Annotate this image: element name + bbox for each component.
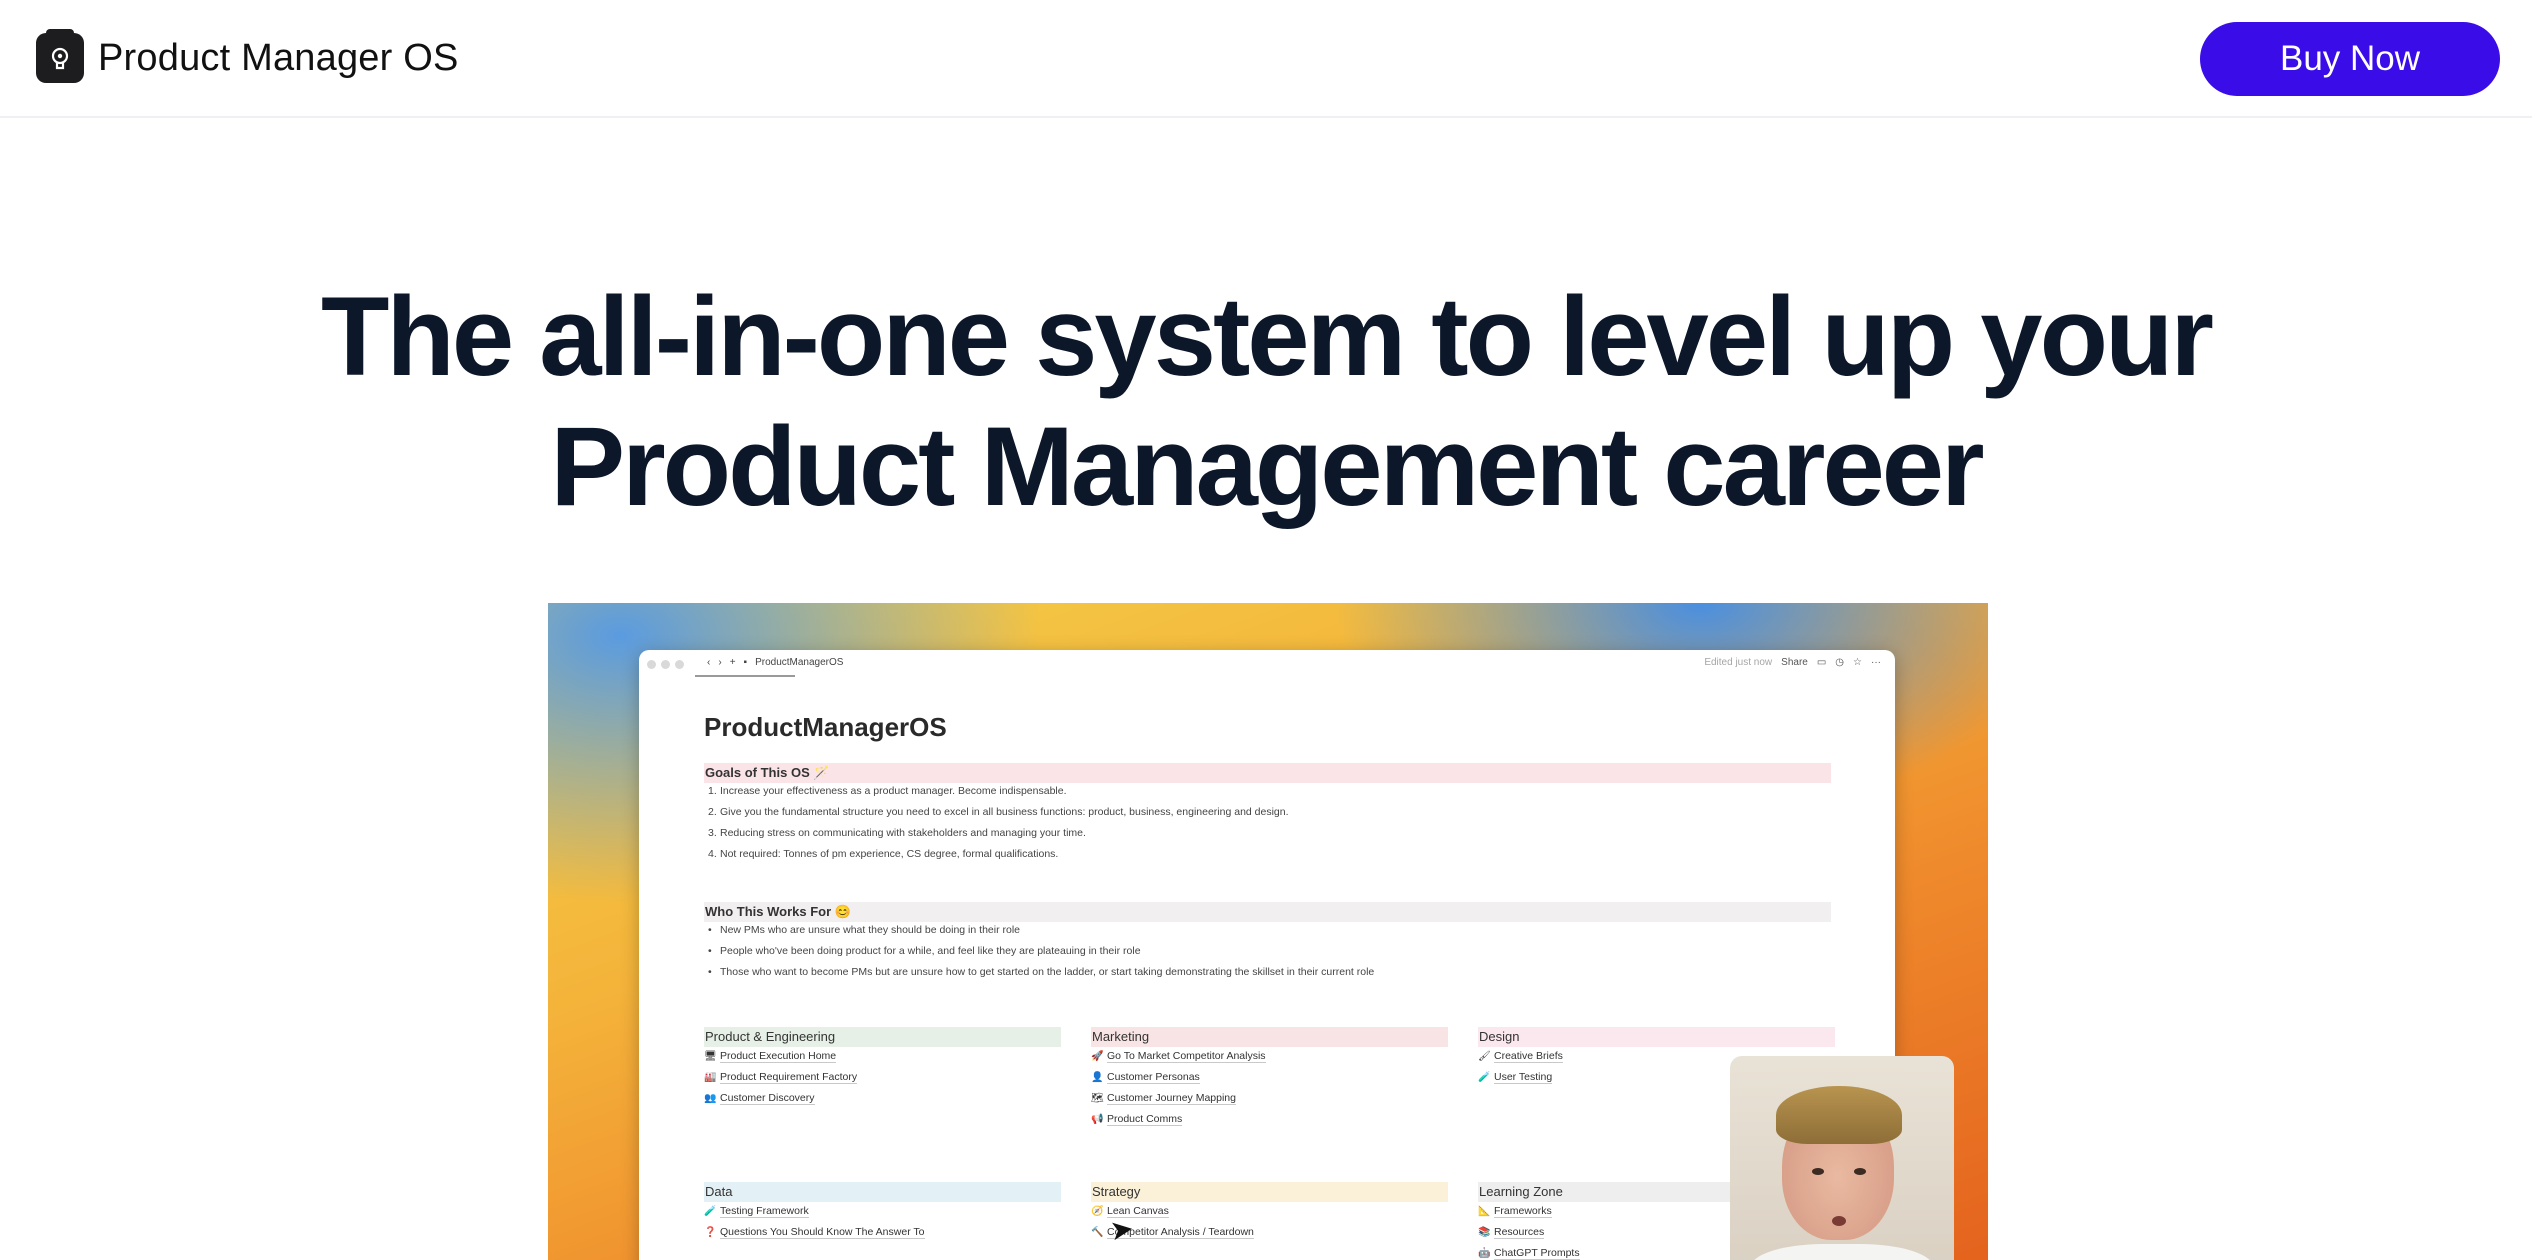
category-design: Design [1478, 1027, 1835, 1047]
buy-now-button[interactable]: Buy Now [2200, 22, 2500, 96]
question-icon: ❓ [704, 1227, 717, 1238]
link-product-requirement-factory[interactable]: 🏭 Product Requirement Factory [704, 1071, 858, 1084]
who-item: • People who've been doing product for a … [708, 945, 1141, 957]
comment-icon[interactable]: ▭ [1817, 657, 1826, 668]
link-questions[interactable]: ❓ Questions You Should Know The Answer To [704, 1226, 925, 1239]
goal-item: 4. Not required: Tonnes of pm experience,… [708, 848, 1059, 860]
map-icon: 🗺 [1091, 1093, 1104, 1104]
link-testing-framework[interactable]: 🧪 Testing Framework [704, 1205, 809, 1218]
window-nav: ‹ › + ▪ ProductManagerOS [707, 657, 843, 668]
window-actions: Edited just now Share ▭ ◷ ☆ ··· [1704, 657, 1881, 668]
goal-item: 1. Increase your effectiveness as a produ… [708, 785, 1067, 797]
link-customer-discovery[interactable]: 👥 Customer Discovery [704, 1092, 815, 1105]
presenter-eye [1812, 1168, 1824, 1175]
link-product-comms[interactable]: 📢 Product Comms [1091, 1113, 1183, 1126]
window-toolbar: ‹ › + ▪ ProductManagerOS Edited just now… [639, 650, 1895, 678]
compass-icon: 🧭 [1091, 1206, 1104, 1217]
presenter-shirt [1750, 1244, 1934, 1260]
link-customer-personas[interactable]: 👤 Customer Personas [1091, 1071, 1200, 1084]
top-nav: Product Manager OS Buy Now [0, 0, 2532, 118]
forward-arrow-icon[interactable]: › [718, 657, 721, 668]
hero-line-2: Product Management career [550, 404, 1984, 529]
share-button[interactable]: Share [1781, 657, 1808, 668]
ruler-icon: 📐 [1478, 1206, 1491, 1217]
clock-icon[interactable]: ◷ [1835, 657, 1844, 668]
tab-indicator [695, 675, 795, 677]
link-creative-briefs[interactable]: 🖌 Creative Briefs [1478, 1050, 1563, 1063]
plus-icon[interactable]: + [730, 657, 736, 668]
monitor-icon: 🖥 [704, 1051, 717, 1062]
brush-icon: 🖌 [1478, 1051, 1491, 1062]
link-resources[interactable]: 📚 Resources [1478, 1226, 1545, 1239]
window-controls [647, 660, 684, 669]
robot-icon: 🤖 [1478, 1248, 1491, 1259]
rocket-icon: 🚀 [1091, 1051, 1104, 1062]
back-arrow-icon[interactable]: ‹ [707, 657, 710, 668]
brand[interactable]: Product Manager OS [36, 29, 459, 83]
category-strategy: Strategy [1091, 1182, 1448, 1202]
more-icon[interactable]: ··· [1871, 657, 1881, 668]
goals-heading: Goals of This OS 🪄 [704, 763, 1831, 783]
presenter-mouth [1832, 1216, 1846, 1226]
product-preview: ‹ › + ▪ ProductManagerOS Edited just now… [548, 603, 1988, 1260]
notion-window: ‹ › + ▪ ProductManagerOS Edited just now… [639, 650, 1895, 1260]
who-item: • New PMs who are unsure what they should… [708, 924, 1020, 936]
presenter-hair [1776, 1086, 1902, 1144]
mouse-cursor-icon: ➤ [1107, 1212, 1136, 1247]
link-user-testing[interactable]: 🧪 User Testing [1478, 1071, 1553, 1084]
edited-status: Edited just now [1704, 657, 1773, 668]
hero-line-1: The all-in-one system to level up your [321, 274, 2214, 399]
star-icon[interactable]: ☆ [1853, 657, 1862, 668]
doc-title: ProductManagerOS [704, 712, 947, 742]
category-product-engineering: Product & Engineering [704, 1027, 1061, 1047]
link-frameworks[interactable]: 📐 Frameworks [1478, 1205, 1552, 1218]
category-marketing: Marketing [1091, 1027, 1448, 1047]
briefcase-logo-icon [36, 29, 84, 83]
presenter-video[interactable] [1730, 1056, 1954, 1260]
books-icon: 📚 [1478, 1227, 1491, 1238]
breadcrumb[interactable]: ProductManagerOS [755, 657, 843, 668]
factory-icon: 🏭 [704, 1072, 717, 1083]
who-item: • Those who want to become PMs but are un… [708, 966, 1375, 978]
flask-icon: 🧪 [1478, 1072, 1491, 1083]
who-heading: Who This Works For 😊 [704, 902, 1831, 922]
link-customer-journey[interactable]: 🗺 Customer Journey Mapping [1091, 1092, 1236, 1105]
people-icon: 👥 [704, 1093, 717, 1104]
brand-name: Product Manager OS [98, 36, 459, 79]
hammer-icon: 🔨 [1091, 1227, 1104, 1238]
link-go-to-market[interactable]: 🚀 Go To Market Competitor Analysis [1091, 1050, 1266, 1063]
page-icon: ▪ [743, 657, 748, 668]
category-data: Data [704, 1182, 1061, 1202]
goal-item: 3. Reducing stress on communicating with … [708, 827, 1086, 839]
hero-headline: The all-in-one system to level up your P… [0, 272, 2532, 532]
presenter-eye [1854, 1168, 1866, 1175]
test-tube-icon: 🧪 [704, 1206, 717, 1217]
goal-item: 2. Give you the fundamental structure you… [708, 806, 1289, 818]
person-icon: 👤 [1091, 1072, 1104, 1083]
link-product-execution-home[interactable]: 🖥 Product Execution Home [704, 1050, 837, 1063]
megaphone-icon: 📢 [1091, 1114, 1104, 1125]
link-chatgpt-prompts[interactable]: 🤖 ChatGPT Prompts [1478, 1247, 1580, 1260]
